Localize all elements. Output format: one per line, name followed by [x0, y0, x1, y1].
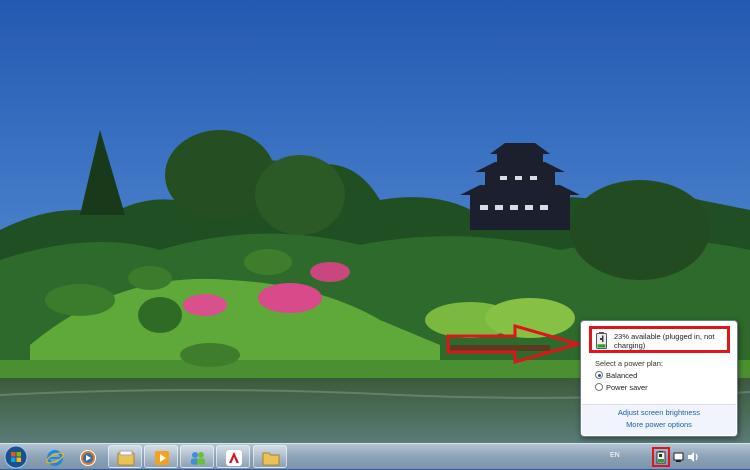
plan-balanced-label: Balanced [606, 371, 638, 380]
battery-plugged-icon [596, 332, 607, 349]
media-center-icon [155, 451, 169, 465]
plan-power-saver-label: Power saver [606, 383, 648, 392]
plan-power-saver-option[interactable]: Power saver [595, 383, 648, 392]
media-center-taskbar-button[interactable] [144, 445, 178, 468]
volume-icon[interactable] [686, 450, 700, 464]
flyout-footer: Adjust screen brightness More power opti… [582, 404, 736, 435]
ie-taskbar-button[interactable] [37, 445, 71, 468]
taskbar: EN [0, 443, 750, 469]
system-tray: EN [606, 444, 750, 470]
windows-media-player-icon [80, 450, 96, 466]
explorer-taskbar-button[interactable] [108, 445, 142, 468]
radio-power-saver[interactable] [595, 383, 603, 391]
plan-balanced-option[interactable]: Balanced [595, 371, 637, 380]
internet-explorer-icon [46, 450, 64, 466]
language-indicator[interactable]: EN [610, 452, 620, 459]
folder-icon [262, 452, 280, 466]
avira-taskbar-button[interactable] [216, 445, 250, 468]
start-button[interactable] [0, 444, 36, 470]
avira-icon [226, 450, 242, 466]
radio-balanced[interactable] [595, 371, 603, 379]
windows-explorer-icon [117, 450, 135, 466]
more-power-options-link[interactable]: More power options [582, 420, 736, 429]
users-icon [191, 452, 205, 465]
power-plan-heading: Select a power plan: [595, 359, 663, 368]
adjust-brightness-link[interactable]: Adjust screen brightness [582, 408, 736, 417]
action-center-icon[interactable] [672, 450, 686, 464]
users-taskbar-button[interactable] [180, 445, 214, 468]
battery-flyout: 23% available (plugged in, not charging)… [580, 320, 738, 437]
battery-icon[interactable] [654, 450, 668, 464]
folder-taskbar-button[interactable] [253, 445, 287, 468]
media-player-taskbar-button[interactable] [70, 445, 104, 468]
battery-status-highlight: 23% available (plugged in, not charging) [589, 326, 730, 353]
battery-status-text: 23% available (plugged in, not charging) [614, 332, 715, 350]
